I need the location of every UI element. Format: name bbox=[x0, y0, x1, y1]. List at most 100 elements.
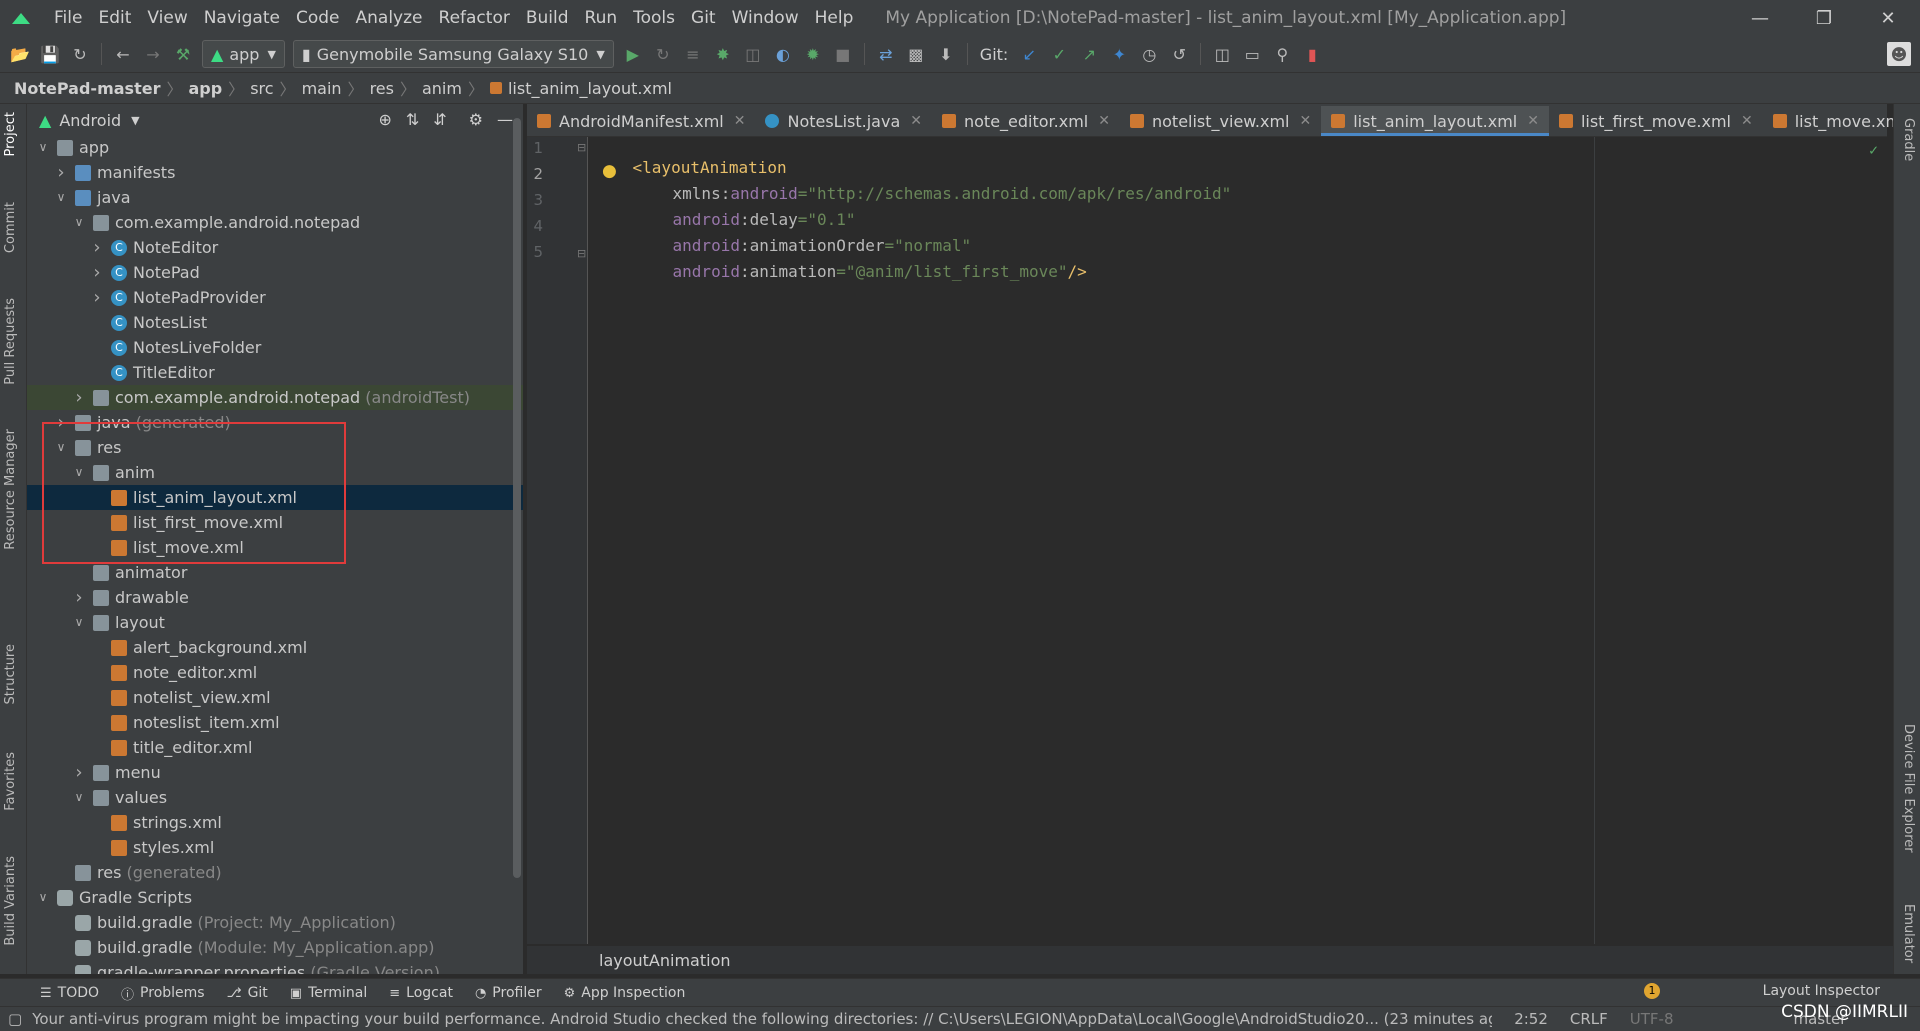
run-config-dropdown[interactable]: ▲ app ▼ bbox=[202, 40, 285, 68]
chevron-right-icon[interactable]: › bbox=[73, 585, 85, 610]
status-message[interactable]: Your anti-virus program might be impacti… bbox=[32, 1010, 1492, 1028]
apply-code-changes-icon[interactable]: ≡ bbox=[681, 42, 705, 66]
chevron-right-icon[interactable]: › bbox=[73, 385, 85, 410]
editor-tab[interactable]: list_first_move.xml ✕ bbox=[1549, 106, 1763, 136]
bottom-tool-terminal[interactable]: ▣ Terminal bbox=[290, 985, 367, 1001]
chevron-right-icon[interactable]: › bbox=[73, 760, 85, 785]
tree-item[interactable]: C NotesList bbox=[27, 310, 523, 335]
tree-item[interactable]: noteslist_item.xml bbox=[27, 710, 523, 735]
code-editor[interactable]: <layoutAnimation xmlns:android="http://s… bbox=[588, 137, 1888, 944]
forward-arrow-icon[interactable]: → bbox=[141, 42, 165, 66]
menu-refactor[interactable]: Refactor bbox=[431, 8, 518, 28]
layout-inspector-button[interactable]: Layout Inspector bbox=[1763, 983, 1880, 999]
line-separator[interactable]: CRLF bbox=[1570, 1010, 1608, 1028]
tree-item[interactable]: › com.example.android.notepad (androidTes… bbox=[27, 385, 523, 410]
stop-icon[interactable]: ■ bbox=[831, 42, 855, 66]
git-commit-icon[interactable]: ✓ bbox=[1047, 42, 1071, 66]
close-icon[interactable]: ✕ bbox=[910, 113, 922, 129]
chevron-right-icon[interactable]: › bbox=[91, 235, 103, 260]
editor-tab[interactable]: notelist_view.xml ✕ bbox=[1120, 106, 1321, 136]
avd-manager-icon[interactable]: ▩ bbox=[904, 42, 928, 66]
tree-item[interactable]: title_editor.xml bbox=[27, 735, 523, 760]
chevron-right-icon[interactable]: › bbox=[55, 160, 67, 185]
tree-item[interactable]: gradle-wrapper.properties (Gradle Versio… bbox=[27, 960, 523, 974]
editor-tab[interactable]: AndroidManifest.xml ✕ bbox=[527, 106, 755, 136]
terminal-icon[interactable]: ▭ bbox=[1240, 42, 1264, 66]
git-push-icon[interactable]: ↗ bbox=[1077, 42, 1101, 66]
close-icon[interactable]: ✕ bbox=[1098, 113, 1110, 129]
tool-tab-emulator[interactable]: Emulator bbox=[1901, 904, 1916, 963]
close-icon[interactable]: ✕ bbox=[1300, 113, 1312, 129]
tool-tab-gradle[interactable]: Gradle bbox=[1901, 118, 1916, 161]
search-icon[interactable]: ⚲ bbox=[1270, 42, 1294, 66]
menu-git[interactable]: Git bbox=[683, 8, 724, 28]
account-avatar-icon[interactable]: ☻ bbox=[1887, 42, 1911, 66]
tool-tab-resource-manager[interactable]: Resource Manager bbox=[3, 429, 18, 550]
menu-analyze[interactable]: Analyze bbox=[348, 8, 431, 28]
rollback-icon[interactable]: ↺ bbox=[1167, 42, 1191, 66]
back-arrow-icon[interactable]: ← bbox=[111, 42, 135, 66]
device-dropdown[interactable]: ▮ Genymobile Samsung Galaxy S10 ▼ bbox=[292, 40, 614, 68]
notification-badge-icon[interactable]: 1 bbox=[1644, 983, 1660, 999]
no-problems-check-icon[interactable]: ✓ bbox=[1869, 141, 1878, 159]
close-icon[interactable]: ✕ bbox=[1856, 0, 1920, 36]
chevron-down-icon[interactable]: ▼ bbox=[131, 114, 139, 127]
git-update-icon[interactable]: ↙ bbox=[1017, 42, 1041, 66]
project-view-selector[interactable]: Android bbox=[59, 111, 121, 130]
coverage-icon[interactable]: ◫ bbox=[741, 42, 765, 66]
chevron-down-icon[interactable]: ∨ bbox=[55, 185, 67, 210]
tree-item[interactable]: C TitleEditor bbox=[27, 360, 523, 385]
device-manager-icon[interactable]: ▮ bbox=[1300, 42, 1324, 66]
chevron-down-icon[interactable]: ∨ bbox=[73, 210, 85, 235]
breadcrumb-item[interactable]: res bbox=[370, 79, 394, 98]
status-icon[interactable]: ▢ bbox=[8, 1010, 22, 1028]
fold-marker-icon[interactable]: ⊟ bbox=[577, 141, 586, 154]
editor-tab[interactable]: note_editor.xml ✕ bbox=[932, 106, 1120, 136]
tree-item[interactable]: styles.xml bbox=[27, 835, 523, 860]
chevron-down-icon[interactable]: ∨ bbox=[37, 885, 49, 910]
apply-changes-icon[interactable]: ↻ bbox=[651, 42, 675, 66]
menu-tools[interactable]: Tools bbox=[625, 8, 683, 28]
tree-item[interactable]: build.gradle (Project: My_Application) bbox=[27, 910, 523, 935]
tree-item[interactable]: res (generated) bbox=[27, 860, 523, 885]
tree-item[interactable]: ∨ layout bbox=[27, 610, 523, 635]
breadcrumb-item[interactable]: main bbox=[302, 79, 342, 98]
close-icon[interactable]: ✕ bbox=[734, 113, 746, 129]
tool-tab-build-variants[interactable]: Build Variants bbox=[3, 856, 18, 946]
menu-view[interactable]: View bbox=[139, 8, 195, 28]
tree-item[interactable]: › drawable bbox=[27, 585, 523, 610]
breadcrumb-item[interactable]: anim bbox=[422, 79, 462, 98]
menu-code[interactable]: Code bbox=[288, 8, 348, 28]
sync-gradle-icon[interactable]: ⇄ bbox=[874, 42, 898, 66]
tree-item[interactable]: ∨ com.example.android.notepad bbox=[27, 210, 523, 235]
chevron-down-icon[interactable]: ∨ bbox=[37, 135, 49, 160]
tree-item[interactable]: build.gradle (Module: My_Application.app… bbox=[27, 935, 523, 960]
chevron-right-icon[interactable]: › bbox=[91, 285, 103, 310]
profile-icon[interactable]: ◐ bbox=[771, 42, 795, 66]
history-icon[interactable]: ◷ bbox=[1137, 42, 1161, 66]
tree-item[interactable]: notelist_view.xml bbox=[27, 685, 523, 710]
tree-item[interactable]: strings.xml bbox=[27, 810, 523, 835]
open-folder-icon[interactable]: 📂 bbox=[8, 42, 32, 66]
git-merge-icon[interactable]: ✦ bbox=[1107, 42, 1131, 66]
hide-panel-icon[interactable]: — bbox=[497, 110, 513, 129]
build-hammer-icon[interactable]: ⚒ bbox=[171, 42, 195, 66]
menu-edit[interactable]: Edit bbox=[90, 8, 139, 28]
project-structure-icon[interactable]: ◫ bbox=[1210, 42, 1234, 66]
minimize-icon[interactable]: — bbox=[1728, 0, 1792, 36]
tool-tab-favorites[interactable]: Favorites bbox=[3, 752, 18, 811]
menu-run[interactable]: Run bbox=[577, 8, 626, 28]
tree-item[interactable]: › C NoteEditor bbox=[27, 235, 523, 260]
chevron-right-icon[interactable]: › bbox=[91, 260, 103, 285]
tree-item[interactable]: › C NotePad bbox=[27, 260, 523, 285]
tree-item[interactable]: alert_background.xml bbox=[27, 635, 523, 660]
tree-item[interactable]: › menu bbox=[27, 760, 523, 785]
tool-tab-project[interactable]: Project bbox=[3, 112, 18, 156]
bottom-tool-problems[interactable]: ⓘ Problems bbox=[121, 984, 205, 1003]
save-icon[interactable]: 💾 bbox=[38, 42, 62, 66]
tree-item[interactable]: note_editor.xml bbox=[27, 660, 523, 685]
run-icon[interactable]: ▶ bbox=[621, 42, 645, 66]
tree-item[interactable]: C NotesLiveFolder bbox=[27, 335, 523, 360]
tree-item[interactable]: › manifests bbox=[27, 160, 523, 185]
expand-all-icon[interactable]: ⇅ bbox=[406, 110, 419, 129]
